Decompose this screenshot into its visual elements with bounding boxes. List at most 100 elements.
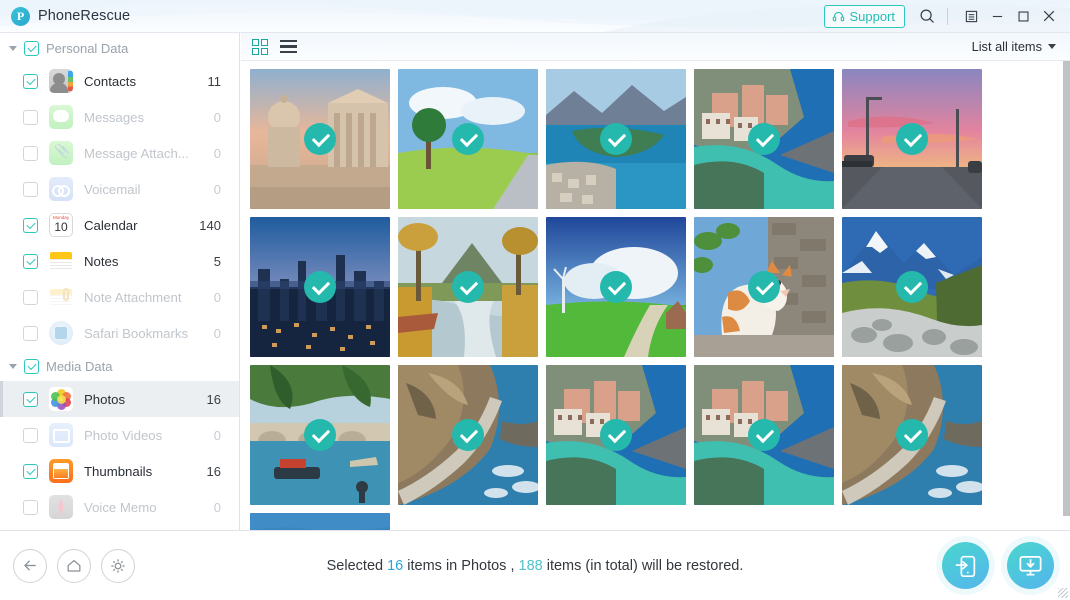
sidebar-group-personal-data[interactable]: Personal Data: [0, 33, 239, 63]
selection-check-icon[interactable]: [600, 419, 632, 451]
content-toolbar: List all items: [241, 33, 1070, 61]
selection-check-icon[interactable]: [304, 123, 336, 155]
sidebar-item-count: 0: [213, 145, 221, 161]
headset-icon: [833, 11, 845, 21]
photo-thumbnail[interactable]: [250, 365, 390, 505]
close-button[interactable]: [1036, 4, 1062, 28]
status-prefix: Selected: [326, 557, 384, 574]
selection-check-icon[interactable]: [896, 271, 928, 303]
message-attachment-icon: [49, 141, 73, 165]
sidebar-item-label: Voice Memo: [84, 499, 157, 515]
item-checkbox[interactable]: [23, 253, 38, 269]
sidebar-item-count: 0: [213, 499, 221, 515]
sidebar-item-voice-memo[interactable]: Voice Memo 0: [0, 489, 239, 525]
photo-thumbnail[interactable]: [842, 217, 982, 357]
sidebar-item-message-attachment[interactable]: Message Attach... 0: [0, 135, 239, 171]
maximize-icon: [1017, 10, 1029, 22]
item-checkbox[interactable]: [23, 73, 38, 89]
item-checkbox[interactable]: [23, 427, 38, 443]
sidebar-item-label: Contacts: [84, 73, 137, 89]
sidebar-item-count: 16: [206, 463, 221, 479]
photo-thumbnail[interactable]: [546, 217, 686, 357]
photo-grid-container: [241, 61, 1070, 530]
selection-check-icon[interactable]: [304, 419, 336, 451]
grid-view-button[interactable]: [252, 38, 268, 55]
resize-grip[interactable]: [1058, 588, 1068, 598]
photo-thumbnail[interactable]: [694, 217, 834, 357]
sidebar-item-messages[interactable]: Messages 0: [0, 99, 239, 135]
selection-check-icon[interactable]: [896, 419, 928, 451]
view-toggle-group: [252, 38, 297, 55]
photo-thumbnail[interactable]: [694, 365, 834, 505]
note-attachment-icon: [49, 285, 73, 309]
calendar-icon-day: 10: [54, 220, 68, 234]
selection-check-icon[interactable]: [304, 271, 336, 303]
footer-bar: Selected 16 items in Photos , 188 items …: [0, 530, 1070, 600]
item-checkbox[interactable]: [23, 145, 38, 161]
item-checkbox[interactable]: [23, 109, 38, 125]
sidebar-item-photos[interactable]: Photos 16: [0, 381, 239, 417]
selection-check-icon[interactable]: [452, 123, 484, 155]
list-filter-dropdown[interactable]: List all items: [972, 39, 1056, 54]
photo-thumbnail[interactable]: [398, 69, 538, 209]
photo-thumbnail[interactable]: [250, 217, 390, 357]
sidebar-item-thumbnails[interactable]: Thumbnails 16: [0, 453, 239, 489]
list-view-button[interactable]: [280, 40, 297, 53]
item-checkbox[interactable]: [23, 391, 38, 407]
photo-thumbnail[interactable]: [842, 69, 982, 209]
sidebar-item-contacts[interactable]: Contacts 11: [0, 63, 239, 99]
sidebar-item-label: Thumbnails: [84, 463, 153, 479]
photo-thumbnail[interactable]: [398, 365, 538, 505]
vertical-scrollbar[interactable]: [1063, 61, 1070, 516]
photo-thumbnail[interactable]: [546, 365, 686, 505]
minimize-button[interactable]: [984, 4, 1010, 28]
sidebar-item-calendar[interactable]: Monday 10 Calendar 140: [0, 207, 239, 243]
sidebar-item-safari-bookmarks[interactable]: Safari Bookmarks 0: [0, 315, 239, 351]
support-button[interactable]: Support: [824, 4, 905, 28]
photo-thumbnail[interactable]: [250, 69, 390, 209]
sidebar-item-count: 0: [213, 181, 221, 197]
selection-check-icon[interactable]: [452, 271, 484, 303]
selection-check-icon[interactable]: [896, 123, 928, 155]
selection-check-icon[interactable]: [748, 123, 780, 155]
selection-check-icon[interactable]: [452, 419, 484, 451]
group-checkbox-media-data[interactable]: [24, 358, 39, 374]
photo-thumbnail[interactable]: [546, 69, 686, 209]
sidebar-item-notes[interactable]: Notes 5: [0, 243, 239, 279]
app-brand: P PhoneRescue: [11, 6, 131, 26]
status-total-count: 188: [518, 557, 543, 574]
selection-check-icon[interactable]: [748, 419, 780, 451]
sidebar-item-note-attachment[interactable]: Note Attachment 0: [0, 279, 239, 315]
photo-thumbnail[interactable]: [250, 513, 390, 530]
sidebar-group-media-data[interactable]: Media Data: [0, 351, 239, 381]
messages-icon: [49, 105, 73, 129]
support-label: Support: [849, 8, 895, 24]
item-checkbox[interactable]: [23, 463, 38, 479]
sidebar-group-label: Personal Data: [46, 40, 129, 56]
sidebar-group-label: Media Data: [46, 358, 113, 374]
app-title: PhoneRescue: [38, 8, 131, 24]
item-checkbox[interactable]: [23, 217, 38, 233]
sidebar-item-count: 0: [213, 325, 221, 341]
item-checkbox[interactable]: [23, 181, 38, 197]
voice-memo-icon: [49, 495, 73, 519]
photo-thumbnail[interactable]: [398, 217, 538, 357]
sidebar-item-label: Voicemail: [84, 181, 141, 197]
selection-check-icon[interactable]: [600, 271, 632, 303]
group-checkbox-personal-data[interactable]: [24, 40, 39, 56]
sidebar-item-voicemail[interactable]: Voicemail 0: [0, 171, 239, 207]
search-button[interactable]: [919, 8, 935, 24]
photo-thumbnail[interactable]: [694, 69, 834, 209]
item-checkbox[interactable]: [23, 325, 38, 341]
status-middle: items in Photos ,: [407, 557, 515, 574]
menu-button[interactable]: [958, 4, 984, 28]
photos-icon: [49, 387, 73, 411]
selection-check-icon[interactable]: [748, 271, 780, 303]
maximize-button[interactable]: [1010, 4, 1036, 28]
photo-thumbnail[interactable]: [842, 365, 982, 505]
item-checkbox[interactable]: [23, 499, 38, 515]
selection-check-icon[interactable]: [600, 123, 632, 155]
sidebar-item-photo-videos[interactable]: Photo Videos 0: [0, 417, 239, 453]
item-checkbox[interactable]: [23, 289, 38, 305]
grid-view-icon: [252, 38, 268, 55]
